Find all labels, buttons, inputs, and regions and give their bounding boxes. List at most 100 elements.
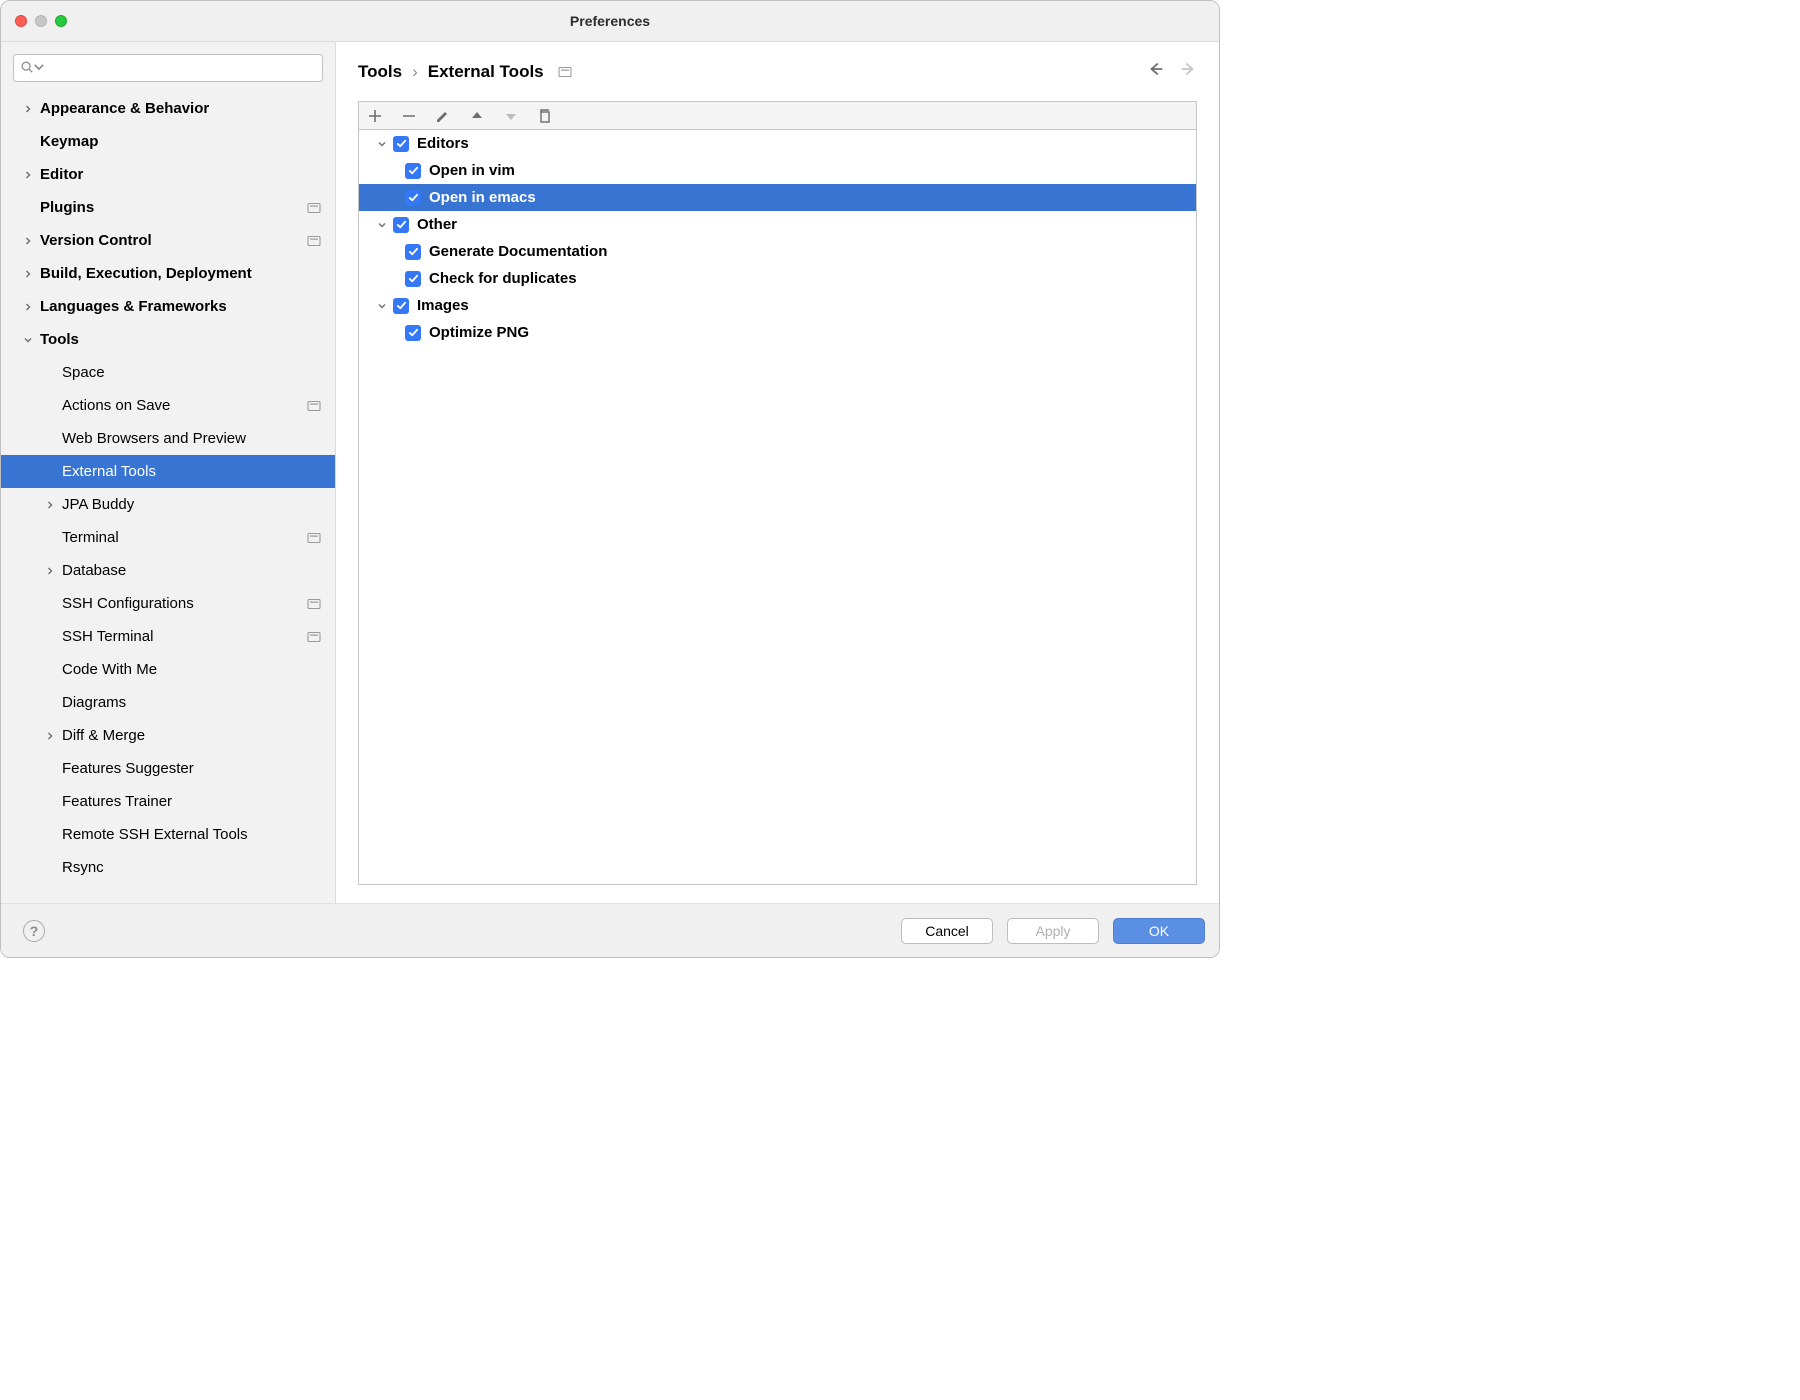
toolbar <box>359 102 1196 130</box>
disclosure-right-icon <box>21 236 35 246</box>
disclosure-right-icon <box>21 302 35 312</box>
disclosure-right-icon <box>43 500 57 510</box>
titlebar: Preferences <box>1 1 1219 42</box>
checkbox[interactable] <box>393 217 409 233</box>
nav-back-button[interactable] <box>1147 60 1165 83</box>
sidebar-item[interactable]: Version Control <box>1 224 335 257</box>
search-input[interactable] <box>13 54 323 82</box>
sidebar-item-label: Diff & Merge <box>62 727 335 744</box>
breadcrumb: Tools › External Tools <box>358 60 1197 83</box>
row-label: Open in vim <box>429 162 515 179</box>
sidebar-item[interactable]: Features Trainer <box>1 785 335 818</box>
sidebar-item-label: External Tools <box>62 463 335 480</box>
tool-item-row[interactable]: Check for duplicates <box>359 265 1196 292</box>
current-project-badge-icon <box>307 598 321 610</box>
sidebar-item-label: Database <box>62 562 335 579</box>
sidebar-item[interactable]: Languages & Frameworks <box>1 290 335 323</box>
tool-item-row[interactable]: Generate Documentation <box>359 238 1196 265</box>
checkbox[interactable] <box>405 163 421 179</box>
sidebar-item-label: Plugins <box>40 199 307 216</box>
checkbox[interactable] <box>405 325 421 341</box>
sidebar-item[interactable]: Web Browsers and Preview <box>1 422 335 455</box>
sidebar-item[interactable]: Rsync <box>1 851 335 884</box>
sidebar-item[interactable]: Space <box>1 356 335 389</box>
sidebar-item[interactable]: SSH Configurations <box>1 587 335 620</box>
sidebar-item[interactable]: SSH Terminal <box>1 620 335 653</box>
tools-tree[interactable]: Editors Open in vim Open in emacs Other Gene… <box>359 130 1196 884</box>
apply-button[interactable]: Apply <box>1007 918 1099 944</box>
window-title: Preferences <box>1 13 1219 29</box>
sidebar-item-label: Web Browsers and Preview <box>62 430 335 447</box>
cancel-button[interactable]: Cancel <box>901 918 993 944</box>
current-project-badge-icon <box>307 631 321 643</box>
sidebar-item[interactable]: Tools <box>1 323 335 356</box>
current-project-badge-icon <box>307 235 321 247</box>
copy-button[interactable] <box>537 108 553 124</box>
sidebar-item[interactable]: Appearance & Behavior <box>1 92 335 125</box>
help-button[interactable]: ? <box>23 920 45 942</box>
sidebar-item-label: Keymap <box>40 133 335 150</box>
sidebar-item-label: Terminal <box>62 529 307 546</box>
checkbox[interactable] <box>393 136 409 152</box>
remove-button[interactable] <box>401 108 417 124</box>
current-project-badge-icon <box>307 202 321 214</box>
sidebar-item[interactable]: Keymap <box>1 125 335 158</box>
sidebar-item-label: Build, Execution, Deployment <box>40 265 335 282</box>
sidebar-item[interactable]: Plugins <box>1 191 335 224</box>
breadcrumb-leaf: External Tools <box>428 62 544 82</box>
sidebar-item[interactable]: JPA Buddy <box>1 488 335 521</box>
sidebar-item[interactable]: Actions on Save <box>1 389 335 422</box>
checkbox[interactable] <box>393 298 409 314</box>
tool-item-row[interactable]: Optimize PNG <box>359 319 1196 346</box>
tool-group-row[interactable]: Other <box>359 211 1196 238</box>
row-label: Open in emacs <box>429 189 536 206</box>
checkbox[interactable] <box>405 190 421 206</box>
add-button[interactable] <box>367 108 383 124</box>
tool-item-row[interactable]: Open in emacs <box>359 184 1196 211</box>
disclosure-right-icon <box>21 269 35 279</box>
breadcrumb-root[interactable]: Tools <box>358 62 402 82</box>
disclosure-down-icon <box>375 220 389 230</box>
sidebar-item[interactable]: Editor <box>1 158 335 191</box>
edit-button[interactable] <box>435 108 451 124</box>
checkbox[interactable] <box>405 244 421 260</box>
disclosure-right-icon <box>43 566 57 576</box>
current-project-badge-icon <box>558 66 572 78</box>
sidebar-item[interactable]: Build, Execution, Deployment <box>1 257 335 290</box>
sidebar-item-label: Diagrams <box>62 694 335 711</box>
sidebar-item-label: Remote SSH External Tools <box>62 826 335 843</box>
move-up-button[interactable] <box>469 108 485 124</box>
sidebar-item[interactable]: External Tools <box>1 455 335 488</box>
checkbox[interactable] <box>405 271 421 287</box>
sidebar-item-label: Actions on Save <box>62 397 307 414</box>
row-label: Images <box>417 297 469 314</box>
disclosure-down-icon <box>375 301 389 311</box>
tool-group-row[interactable]: Editors <box>359 130 1196 157</box>
search-options-chevron-icon[interactable] <box>32 60 46 77</box>
tool-group-row[interactable]: Images <box>359 292 1196 319</box>
sidebar-item[interactable]: Terminal <box>1 521 335 554</box>
sidebar-item-label: Code With Me <box>62 661 335 678</box>
row-label: Generate Documentation <box>429 243 607 260</box>
current-project-badge-icon <box>307 400 321 412</box>
tool-item-row[interactable]: Open in vim <box>359 157 1196 184</box>
sidebar-item[interactable]: Diff & Merge <box>1 719 335 752</box>
nav-forward-button <box>1179 60 1197 83</box>
sidebar-item-label: Tools <box>40 331 335 348</box>
sidebar-item[interactable]: Diagrams <box>1 686 335 719</box>
ok-button[interactable]: OK <box>1113 918 1205 944</box>
sidebar-item[interactable]: Features Suggester <box>1 752 335 785</box>
row-label: Editors <box>417 135 469 152</box>
sidebar-item-label: Languages & Frameworks <box>40 298 335 315</box>
move-down-button[interactable] <box>503 108 519 124</box>
sidebar-item-label: Appearance & Behavior <box>40 100 335 117</box>
sidebar-item[interactable]: Remote SSH External Tools <box>1 818 335 851</box>
sidebar-item-label: Features Suggester <box>62 760 335 777</box>
settings-tree[interactable]: Appearance & Behavior Keymap Editor Plugins… <box>1 90 335 903</box>
sidebar-item[interactable]: Code With Me <box>1 653 335 686</box>
sidebar-item-label: JPA Buddy <box>62 496 335 513</box>
disclosure-down-icon <box>21 335 35 345</box>
row-label: Other <box>417 216 457 233</box>
row-label: Check for duplicates <box>429 270 577 287</box>
sidebar-item[interactable]: Database <box>1 554 335 587</box>
